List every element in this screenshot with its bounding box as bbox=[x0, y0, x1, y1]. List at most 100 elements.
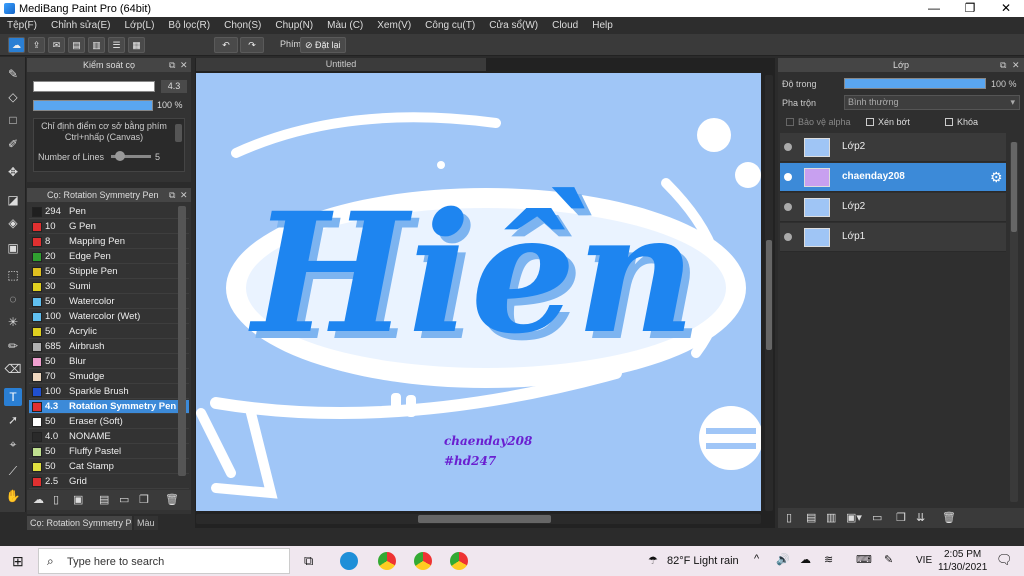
share-icon[interactable]: ⇪ bbox=[28, 37, 45, 53]
move-tool-icon[interactable]: ✥ bbox=[4, 163, 22, 181]
cloud-brush-icon[interactable]: ☁ bbox=[33, 493, 44, 506]
cloud-tray-icon[interactable]: ☁ bbox=[800, 553, 811, 566]
layer-row[interactable]: Lớp2 bbox=[780, 133, 1006, 162]
canvas-vscroll-thumb[interactable] bbox=[766, 240, 772, 350]
brush-menu-icon[interactable]: ▣ bbox=[73, 493, 83, 506]
redo-icon[interactable]: ↷ bbox=[240, 37, 264, 53]
select-pen-icon[interactable]: ✏ bbox=[4, 337, 22, 355]
eraser-tool-icon[interactable]: ◇ bbox=[4, 88, 22, 106]
document-tab[interactable]: Untitled bbox=[196, 58, 486, 71]
brush-item[interactable]: 50 Watercolor bbox=[29, 295, 189, 309]
brush-item[interactable]: 50 Cat Stamp bbox=[29, 460, 189, 474]
menu-view[interactable]: Xem(V) bbox=[370, 20, 418, 31]
language-indicator[interactable]: VIE bbox=[916, 555, 932, 566]
windows-start-icon[interactable]: ⊞ bbox=[12, 553, 24, 570]
layer-opacity-slider[interactable] bbox=[844, 78, 986, 89]
divide-tool-icon[interactable]: ⟋ bbox=[4, 462, 22, 480]
bucket-tool-icon[interactable]: ◈ bbox=[4, 214, 22, 232]
taskbar-search[interactable]: ⌕ Type here to search bbox=[38, 548, 290, 574]
text-tool-icon[interactable]: T bbox=[4, 388, 22, 406]
brush-item[interactable]: 70 Smudge bbox=[29, 370, 189, 384]
clock-date[interactable]: 11/30/2021 bbox=[938, 562, 987, 573]
operation-tool-icon[interactable]: ➚ bbox=[4, 411, 22, 429]
menu-layer[interactable]: Lớp(L) bbox=[118, 20, 162, 31]
brush-item[interactable]: 100 Watercolor (Wet) bbox=[29, 310, 189, 324]
folder-icon[interactable]: ▭ bbox=[119, 493, 129, 506]
brush-item[interactable]: 2.5 Grid bbox=[29, 475, 189, 489]
document-icon[interactable]: ▥ bbox=[88, 37, 105, 53]
brush-item[interactable]: 50 Stipple Pen bbox=[29, 265, 189, 279]
brush-item[interactable]: 10 G Pen bbox=[29, 220, 189, 234]
close-button[interactable]: ✕ bbox=[988, 0, 1024, 17]
brush-item[interactable]: 4.3 Rotation Symmetry Pen bbox=[29, 400, 189, 414]
clipping-checkbox[interactable] bbox=[866, 118, 874, 126]
menu-window[interactable]: Cửa sổ(W) bbox=[482, 20, 545, 31]
notification-icon[interactable]: 🗨 bbox=[996, 552, 1013, 568]
menu-select[interactable]: Chọn(S) bbox=[217, 20, 268, 31]
keyboard-icon[interactable]: ⌨ bbox=[856, 553, 872, 566]
menu-color[interactable]: Màu (C) bbox=[320, 20, 370, 31]
select-tool-icon[interactable]: ⬚ bbox=[4, 266, 22, 284]
panel-close-icon[interactable]: ✕ bbox=[1012, 58, 1020, 72]
magic-wand-icon[interactable]: ✳ bbox=[4, 313, 22, 331]
undo-icon[interactable]: ↶ bbox=[214, 37, 238, 53]
new-layer-icon[interactable]: ▯ bbox=[786, 511, 792, 524]
chrome-icon[interactable] bbox=[378, 552, 396, 570]
popout-icon[interactable]: ⧉ bbox=[1000, 58, 1006, 72]
edge-icon[interactable] bbox=[340, 552, 358, 570]
brush-tool-icon[interactable]: ✎ bbox=[4, 65, 22, 83]
brush-item[interactable]: 294 Pen bbox=[29, 205, 189, 219]
trash-icon[interactable]: 🗑 bbox=[165, 493, 179, 506]
eye-icon[interactable] bbox=[784, 143, 792, 151]
duplicate-layer-icon[interactable]: ❐ bbox=[896, 511, 906, 524]
brush-item[interactable]: 20 Edge Pen bbox=[29, 250, 189, 264]
maximize-button[interactable]: ❐ bbox=[952, 0, 988, 17]
tab-color[interactable]: Màu bbox=[134, 516, 158, 530]
reset-button[interactable]: ⊘ Đặt lại bbox=[300, 37, 346, 53]
comment-icon[interactable]: ✉ bbox=[48, 37, 65, 53]
brush-item[interactable]: 50 Eraser (Soft) bbox=[29, 415, 189, 429]
cloud-icon[interactable]: ☁ bbox=[8, 37, 25, 53]
popout-icon[interactable]: ⧉ bbox=[169, 188, 175, 202]
layer-row-selected[interactable]: chaenday208 ⚙ bbox=[780, 163, 1006, 192]
brush-item[interactable]: 50 Acrylic bbox=[29, 325, 189, 339]
page-icon[interactable]: ▤ bbox=[68, 37, 85, 53]
task-view-icon[interactable]: ⧉ bbox=[304, 553, 313, 569]
weather-text[interactable]: 82°F Light rain bbox=[667, 555, 739, 567]
chrome-icon-2[interactable] bbox=[414, 552, 432, 570]
brush-size-slider[interactable] bbox=[33, 81, 155, 92]
layer-row[interactable]: Lớp1 bbox=[780, 223, 1006, 252]
add-brush-icon[interactable]: ▯ bbox=[53, 493, 59, 506]
gear-icon[interactable]: ⚙ bbox=[990, 169, 1003, 186]
canvas-artwork[interactable]: Hiền Hiền chaenday208 #hd247 bbox=[196, 73, 761, 511]
dot-tool-icon[interactable]: ✐ bbox=[4, 135, 22, 153]
dropper-tool-icon[interactable]: ⌖ bbox=[4, 435, 22, 453]
brush-settings-icon[interactable]: ▤ bbox=[99, 493, 109, 506]
chevron-up-icon[interactable]: ^ bbox=[754, 553, 759, 565]
hand-tool-icon[interactable]: ✋ bbox=[4, 487, 22, 505]
layer-row[interactable]: Lớp2 bbox=[780, 193, 1006, 222]
menu-snap[interactable]: Chụp(N) bbox=[268, 20, 320, 31]
blend-select[interactable]: Bình thường ▾ bbox=[844, 95, 1020, 110]
protect-alpha-checkbox[interactable] bbox=[786, 118, 794, 126]
pen-tray-icon[interactable]: ✎ bbox=[884, 553, 893, 566]
lasso-tool-icon[interactable]: ◌ bbox=[4, 290, 22, 308]
new-halftone-layer-icon[interactable]: ▤ bbox=[806, 511, 816, 524]
eye-icon[interactable] bbox=[784, 233, 792, 241]
brush-item[interactable]: 4.0 NONAME bbox=[29, 430, 189, 444]
menu-tools[interactable]: Công cụ(T) bbox=[418, 20, 482, 31]
list-icon[interactable]: ☰ bbox=[108, 37, 125, 53]
rectangle-tool-icon[interactable]: □ bbox=[4, 111, 22, 129]
medibang-icon[interactable] bbox=[450, 552, 468, 570]
wifi-icon[interactable]: ≋ bbox=[824, 553, 833, 566]
delete-layer-icon[interactable]: 🗑 bbox=[942, 511, 956, 524]
brush-item[interactable]: 50 Fluffy Pastel bbox=[29, 445, 189, 459]
canvas-hscroll-thumb[interactable] bbox=[418, 515, 551, 523]
brush-item[interactable]: 100 Sparkle Brush bbox=[29, 385, 189, 399]
select-eraser-icon[interactable]: ⌫ bbox=[4, 360, 22, 378]
menu-file[interactable]: Tệp(F) bbox=[0, 20, 44, 31]
merge-layer-icon[interactable]: ⇊ bbox=[916, 511, 925, 524]
menu-filter[interactable]: Bộ lọc(R) bbox=[161, 20, 217, 31]
brush-item[interactable]: 30 Sumi bbox=[29, 280, 189, 294]
brush-size-value[interactable]: 4.3 bbox=[161, 80, 187, 93]
